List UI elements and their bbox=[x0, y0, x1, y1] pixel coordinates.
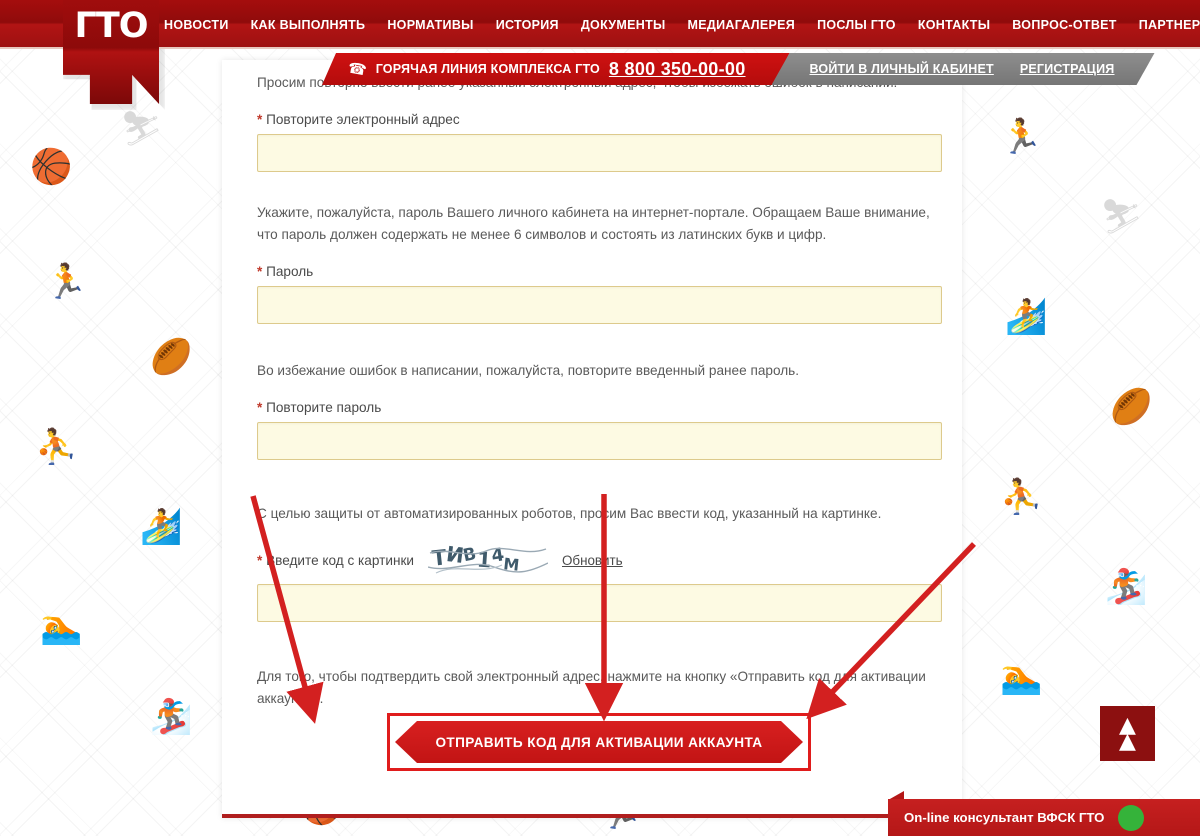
sport-pictogram-icon: 🏊 bbox=[1000, 658, 1043, 696]
nav-item-history[interactable]: ИСТОРИЯ bbox=[496, 18, 559, 32]
required-marker: * bbox=[257, 400, 263, 415]
hotline-label: ГОРЯЧАЯ ЛИНИЯ КОМПЛЕКСА ГТО bbox=[375, 62, 600, 76]
nav-item-contacts[interactable]: КОНТАКТЫ bbox=[918, 18, 990, 32]
submit-activation-code-button[interactable]: ОТПРАВИТЬ КОД ДЛЯ АКТИВАЦИИ АККАУНТА bbox=[395, 721, 803, 763]
password-repeat-label-text: Повторите пароль bbox=[266, 400, 382, 415]
sport-pictogram-icon: 🏃 bbox=[45, 263, 88, 301]
main-navigation: НОВОСТИ КАК ВЫПОЛНЯТЬ НОРМАТИВЫ ИСТОРИЯ … bbox=[164, 0, 1200, 49]
nav-item-documents[interactable]: ДОКУМЕНТЫ bbox=[581, 18, 666, 32]
double-chevron-up-icon: ▲ ▲ bbox=[1119, 712, 1136, 754]
captcha-input[interactable] bbox=[257, 584, 942, 622]
hotline-block: ☎ ГОРЯЧАЯ ЛИНИЯ КОМПЛЕКСА ГТО 8 800 350-… bbox=[322, 53, 790, 85]
sport-pictogram-icon: 🏉 bbox=[1110, 388, 1153, 426]
required-marker: * bbox=[257, 112, 263, 127]
email-repeat-input[interactable] bbox=[257, 134, 942, 172]
sport-pictogram-icon: 🏄 bbox=[140, 508, 183, 546]
nav-item-news[interactable]: НОВОСТИ bbox=[164, 18, 229, 32]
online-status-indicator bbox=[1118, 805, 1144, 831]
sport-pictogram-icon: 🏉 bbox=[150, 338, 193, 376]
required-marker: * bbox=[257, 264, 263, 279]
sport-pictogram-icon: 🏀 bbox=[30, 148, 73, 186]
registration-form: Просим повторно ввести ранее указанный э… bbox=[257, 72, 945, 720]
auth-block: ВОЙТИ В ЛИЧНЫЙ КАБИНЕТ РЕГИСТРАЦИЯ bbox=[772, 53, 1155, 85]
password-help-text: Укажите, пожалуйста, пароль Вашего лично… bbox=[257, 205, 930, 242]
login-link[interactable]: ВОЙТИ В ЛИЧНЫЙ КАБИНЕТ bbox=[810, 62, 994, 76]
submit-button-frame: ОТПРАВИТЬ КОД ДЛЯ АКТИВАЦИИ АККАУНТА bbox=[387, 713, 811, 771]
nav-item-partners[interactable]: ПАРТНЕРЫ bbox=[1139, 18, 1200, 32]
sport-pictogram-icon: ⛷ bbox=[1100, 198, 1144, 236]
online-consultant-label: On-line консультант ВФСК ГТО bbox=[904, 810, 1105, 825]
captcha-row: * Введите код с картинки ТИВ14М Обновить bbox=[257, 543, 945, 577]
scroll-to-top-button[interactable]: ▲ ▲ bbox=[1100, 706, 1155, 761]
site-header: НОВОСТИ КАК ВЫПОЛНЯТЬ НОРМАТИВЫ ИСТОРИЯ … bbox=[0, 0, 1200, 49]
email-repeat-label-text: Повторите электронный адрес bbox=[266, 112, 460, 127]
nav-item-how-to[interactable]: КАК ВЫПОЛНЯТЬ bbox=[251, 18, 366, 32]
captcha-label: * Введите код с картинки bbox=[257, 553, 414, 568]
site-logo-text: ГТО bbox=[74, 6, 149, 46]
register-link[interactable]: РЕГИСТРАЦИЯ bbox=[1020, 62, 1115, 76]
submit-help-text: Для того, чтобы подтвердить свой электро… bbox=[257, 669, 926, 706]
password-label-text: Пароль bbox=[266, 264, 314, 279]
sport-pictogram-icon: 🏄 bbox=[1005, 298, 1048, 336]
sport-pictogram-icon: ⛹ bbox=[1000, 478, 1043, 516]
registration-form-panel: Просим повторно ввести ранее указанный э… bbox=[222, 60, 962, 818]
online-consultant-widget[interactable]: On-line консультант ВФСК ГТО bbox=[888, 799, 1200, 836]
hotline-number[interactable]: 8 800 350-00-00 bbox=[609, 59, 746, 80]
sport-pictogram-icon: 🏊 bbox=[40, 608, 83, 646]
hotline-auth-bar: ☎ ГОРЯЧАЯ ЛИНИЯ КОМПЛЕКСА ГТО 8 800 350-… bbox=[322, 53, 1155, 85]
page-root: 🏀 ⛷ 🏃 🏉 ⛹ 🏄 🏊 🏂 🏃 ⛷ 🏄 🏉 ⛹ 🏂 🏊 🏀 🏃 НОВОСТ… bbox=[0, 0, 1200, 836]
nav-item-mediagallery[interactable]: МЕДИАГАЛЕРЕЯ bbox=[688, 18, 796, 32]
captcha-label-text: Введите код с картинки bbox=[266, 552, 414, 568]
nav-item-standards[interactable]: НОРМАТИВЫ bbox=[387, 18, 473, 32]
email-repeat-label: * Повторите электронный адрес bbox=[257, 112, 945, 127]
nav-item-ambassadors[interactable]: ПОСЛЫ ГТО bbox=[817, 18, 896, 32]
sport-pictogram-icon: 🏂 bbox=[1105, 568, 1148, 606]
sport-pictogram-icon: ⛷ bbox=[120, 110, 164, 148]
captcha-image: ТИВ14М bbox=[428, 543, 548, 577]
sport-pictogram-icon: 🏃 bbox=[1000, 118, 1043, 156]
sport-pictogram-icon: ⛹ bbox=[35, 428, 78, 466]
password-repeat-input[interactable] bbox=[257, 422, 942, 460]
password-repeat-help-text: Во избежание ошибок в написании, пожалуй… bbox=[257, 363, 799, 378]
password-label: * Пароль bbox=[257, 264, 945, 279]
password-input[interactable] bbox=[257, 286, 942, 324]
captcha-refresh-link[interactable]: Обновить bbox=[562, 553, 623, 568]
captcha-noise-icon bbox=[428, 547, 548, 574]
sport-pictogram-icon: 🏂 bbox=[150, 698, 193, 736]
nav-item-faq[interactable]: ВОПРОС-ОТВЕТ bbox=[1012, 18, 1116, 32]
password-repeat-label: * Повторите пароль bbox=[257, 400, 945, 415]
phone-icon: ☎ bbox=[346, 59, 368, 80]
captcha-help-text: С целью защиты от автоматизированных роб… bbox=[257, 506, 882, 521]
required-marker: * bbox=[257, 552, 263, 568]
